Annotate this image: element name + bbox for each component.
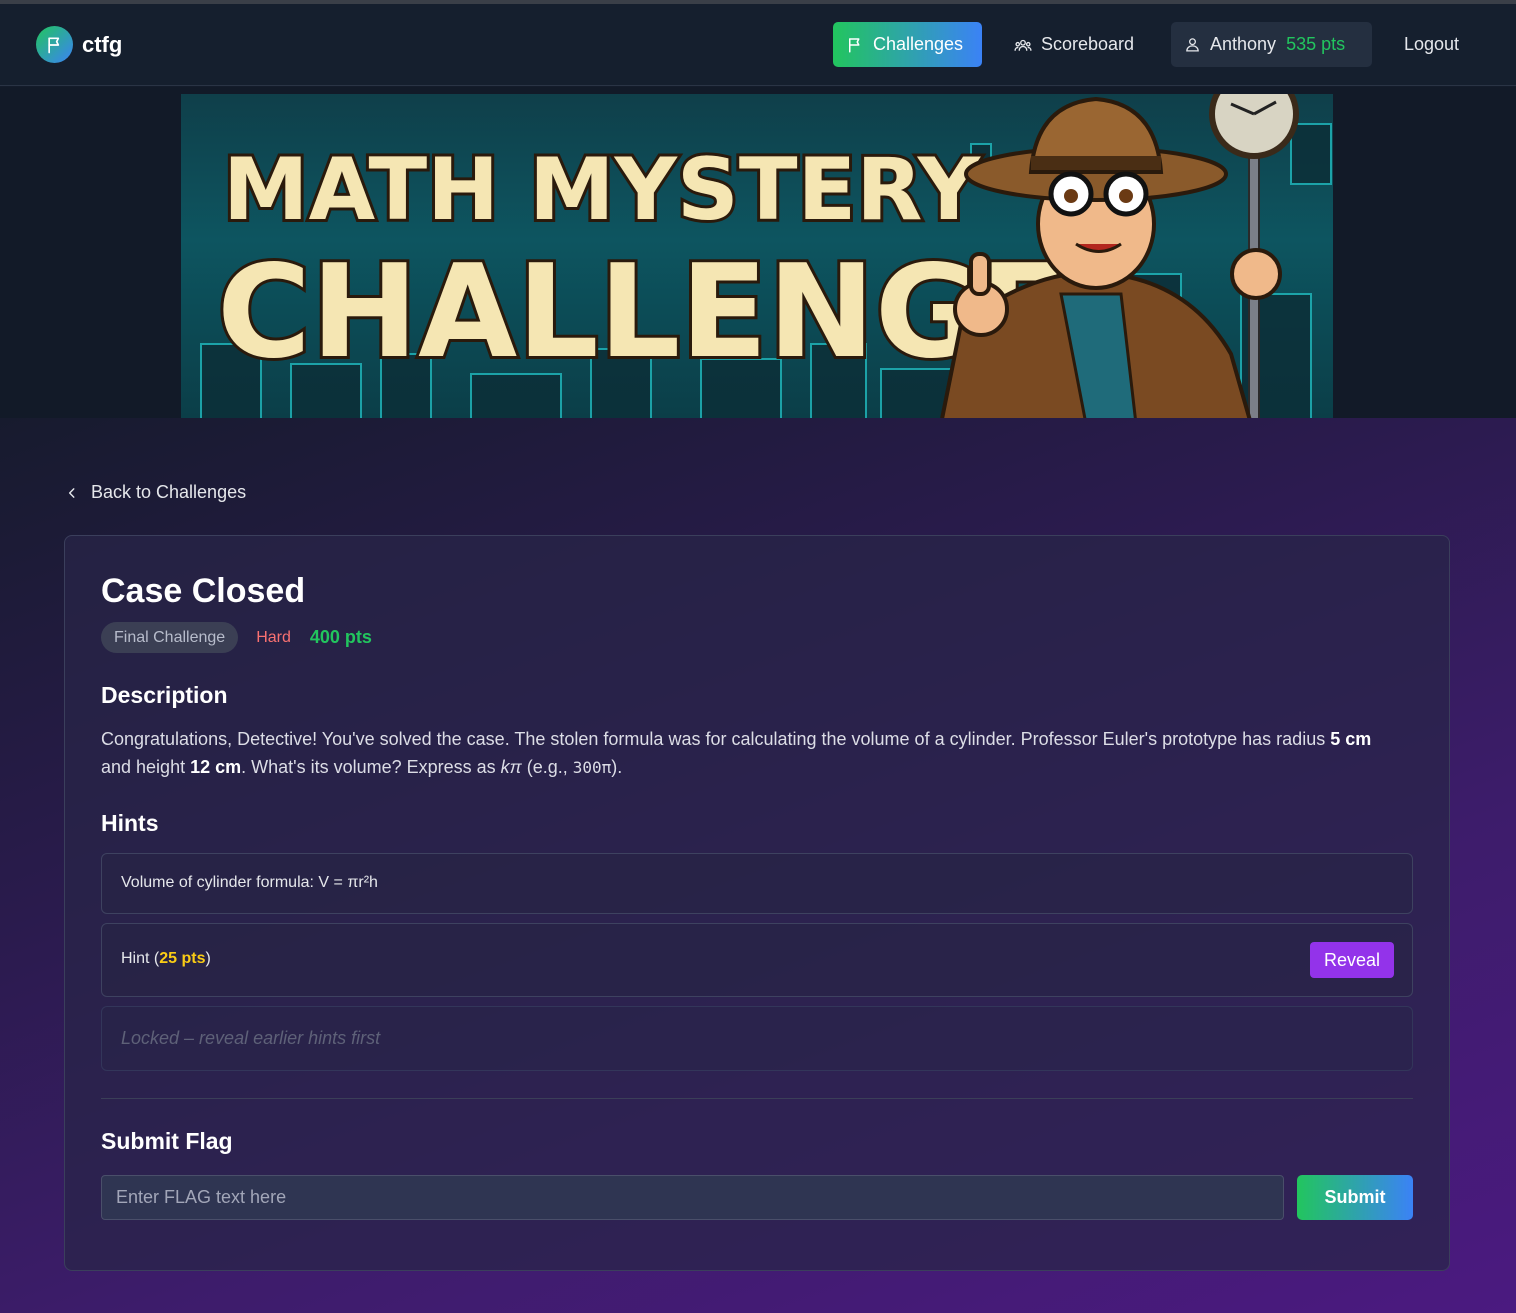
- main-content: Back to Challenges Case Closed Final Cha…: [0, 418, 1516, 1313]
- user-name: Anthony: [1210, 34, 1277, 54]
- reveal-hint-button[interactable]: Reveal: [1310, 942, 1394, 978]
- top-navbar: ctfg Challenges Scoreboard Anthony 535 p…: [0, 4, 1516, 86]
- category-badge: Final Challenge: [101, 622, 239, 653]
- nav-scoreboard-label: Scoreboard: [1041, 34, 1135, 54]
- hint-cost: 25 pts: [159, 950, 206, 967]
- description-heading: Description: [101, 682, 228, 708]
- nav-user-profile[interactable]: Anthony 535 pts: [1171, 22, 1372, 67]
- banner-title-line1: MATH MYSTERY: [223, 140, 982, 240]
- user-points: 535 pts: [1286, 34, 1346, 54]
- banner-title-line2: CHALLENGE: [217, 238, 1067, 387]
- nav-challenges-button[interactable]: Challenges: [833, 22, 982, 67]
- challenge-title: Case Closed: [101, 572, 306, 610]
- user-icon: [1186, 38, 1199, 52]
- challenge-meta: Final Challenge Hard 400 pts: [101, 622, 372, 653]
- hint-revealed: Volume of cylinder formula: V = πr²h: [101, 853, 1413, 914]
- hint-paid: Hint (25 pts) Reveal: [101, 923, 1413, 997]
- flag-icon: [36, 26, 73, 63]
- nav-challenges-label: Challenges: [873, 34, 964, 54]
- description-height: 12 cm: [190, 757, 242, 777]
- users-icon: [1014, 39, 1032, 51]
- flag-input[interactable]: [101, 1175, 1284, 1220]
- description-text-4: (e.g.,: [521, 757, 573, 777]
- difficulty-label: Hard: [256, 628, 291, 646]
- challenge-banner-image: MATH MYSTERY CHALLENGE: [181, 94, 1333, 418]
- challenge-points: 400 pts: [309, 627, 372, 647]
- hint-revealed-text: Volume of cylinder formula: V = πr²h: [121, 874, 378, 891]
- brand-home-link[interactable]: ctfg: [36, 26, 122, 63]
- description-radius: 5 cm: [1330, 729, 1372, 749]
- hint-locked: Locked – reveal earlier hints first: [101, 1006, 1413, 1071]
- description-text-3: . What's its volume? Express as: [241, 757, 501, 777]
- hint-paid-label: Hint (: [121, 950, 160, 967]
- section-divider: [101, 1098, 1413, 1099]
- banner-area: MATH MYSTERY CHALLENGE: [0, 87, 1516, 418]
- description-text-2: and height: [101, 757, 191, 777]
- description-expression: kπ: [500, 757, 522, 777]
- hint-paid-text: Hint (25 pts): [121, 950, 211, 968]
- description-text-5: ).: [611, 757, 623, 777]
- hints-heading: Hints: [101, 810, 159, 836]
- chevron-left-icon: [68, 487, 75, 498]
- description-text-1: Congratulations, Detective! You've solve…: [101, 729, 1331, 749]
- flag-icon: [849, 37, 860, 52]
- back-link-label: Back to Challenges: [91, 482, 247, 502]
- challenge-card: Case Closed Final Challenge Hard 400 pts…: [64, 535, 1450, 1271]
- back-to-challenges-link[interactable]: Back to Challenges: [65, 482, 246, 503]
- challenge-description: Congratulations, Detective! You've solve…: [101, 725, 1391, 782]
- submit-flag-button[interactable]: Submit: [1297, 1175, 1413, 1220]
- banner-illustration: MATH MYSTERY CHALLENGE: [200, 94, 1332, 418]
- description-example: 300π: [572, 758, 612, 777]
- hint-paid-close: ): [205, 950, 211, 967]
- nav-scoreboard-button[interactable]: Scoreboard: [1001, 22, 1153, 67]
- submit-flag-heading: Submit Flag: [101, 1128, 233, 1154]
- hint-locked-text: Locked – reveal earlier hints first: [121, 1028, 381, 1048]
- logout-button[interactable]: Logout: [1391, 22, 1477, 67]
- brand-name: ctfg: [82, 31, 123, 57]
